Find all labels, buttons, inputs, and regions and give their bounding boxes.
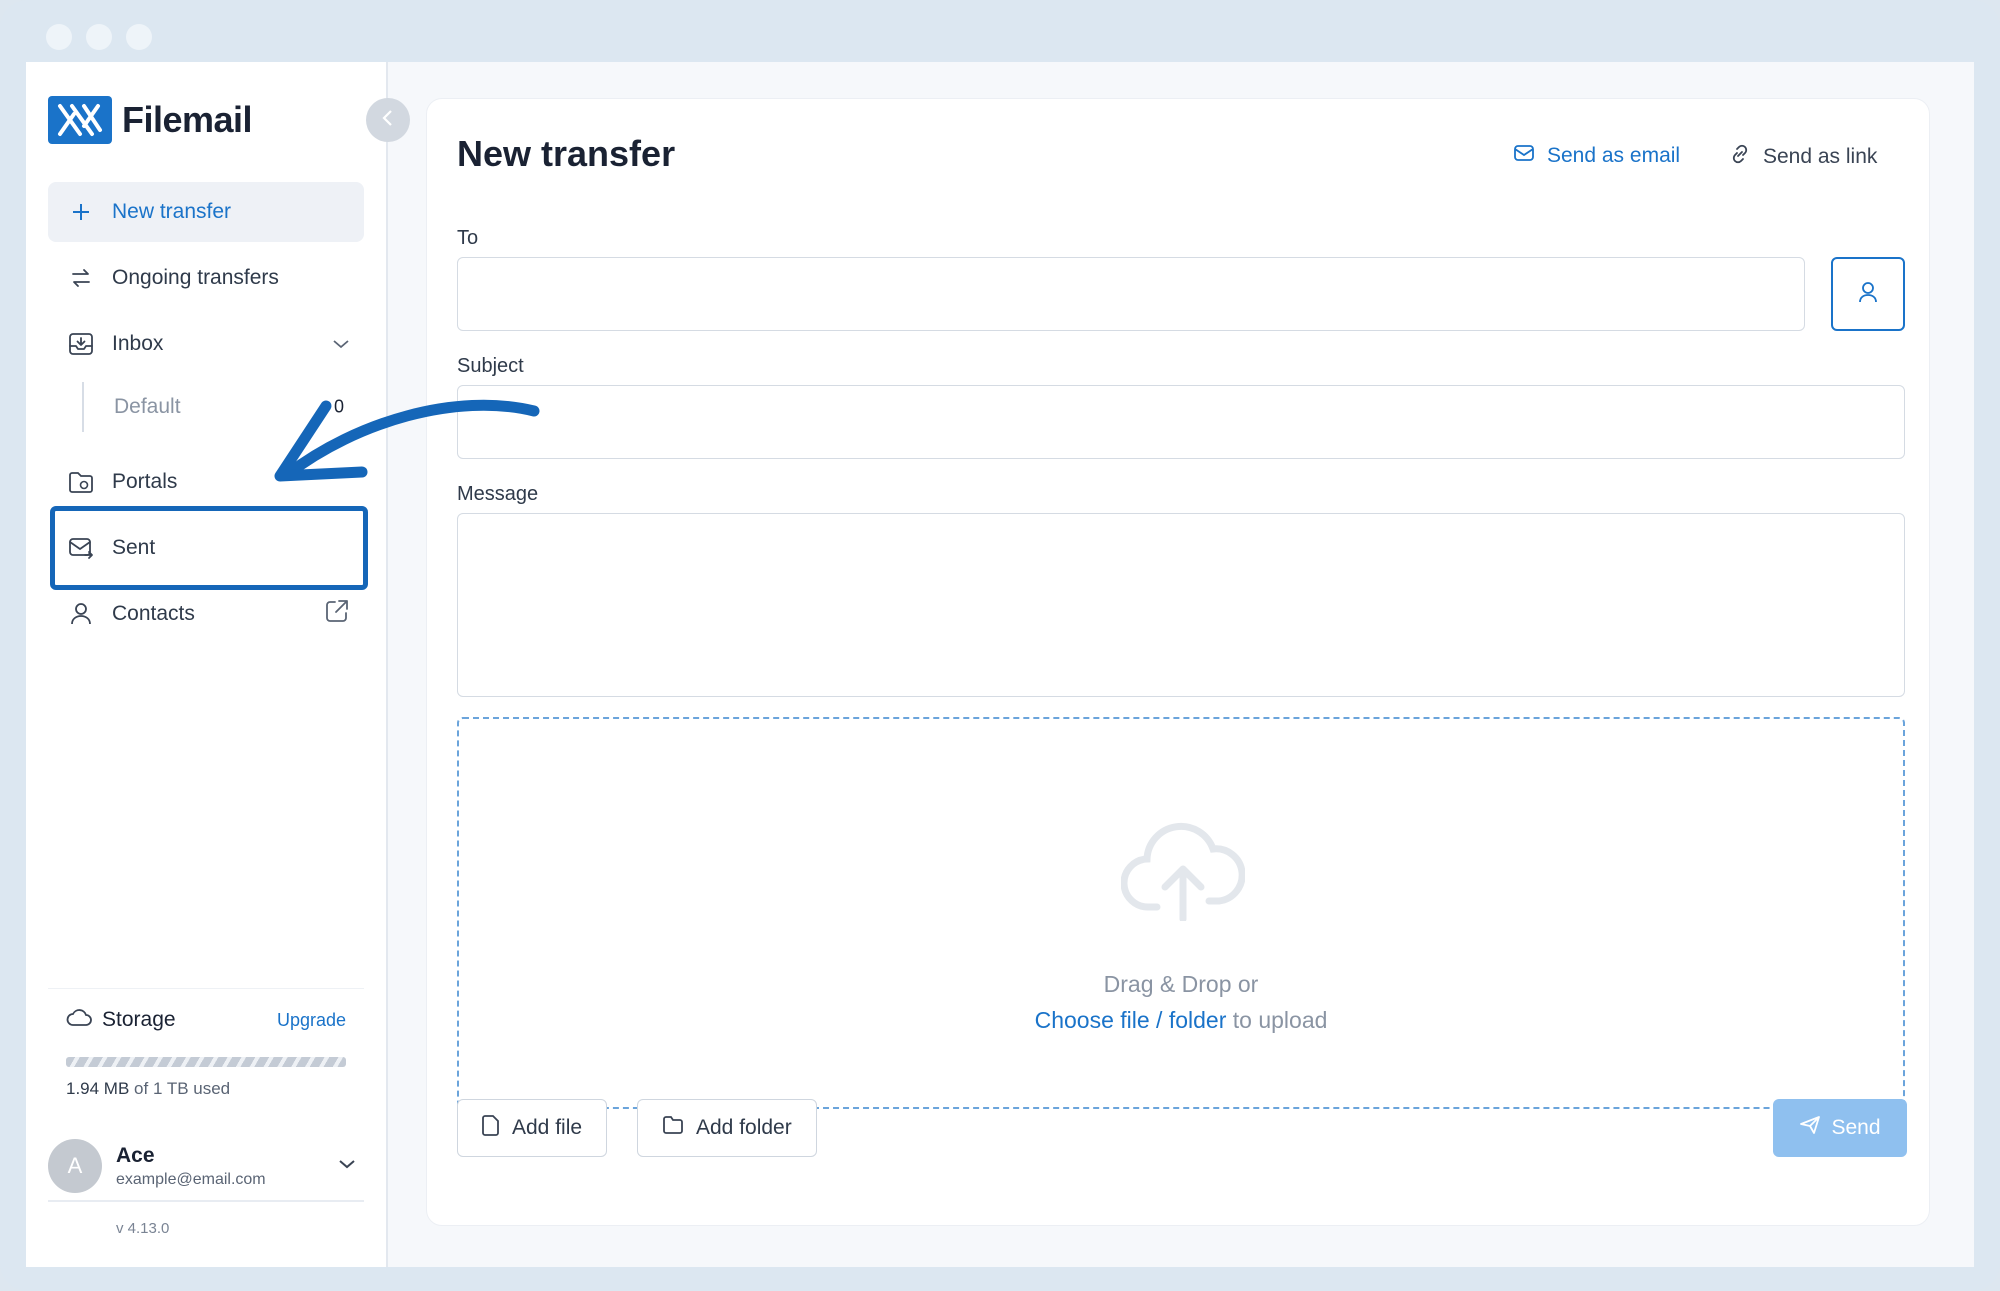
upgrade-link[interactable]: Upgrade bbox=[277, 1010, 346, 1031]
file-dropzone[interactable]: Drag & Drop or Choose file / folder to u… bbox=[457, 717, 1905, 1109]
message-textarea[interactable] bbox=[457, 513, 1905, 697]
window-minimize-dot[interactable] bbox=[86, 24, 112, 50]
account-email: example@email.com bbox=[116, 1170, 266, 1188]
subitem-count: 0 bbox=[333, 396, 344, 417]
sidebar-subitem-default[interactable]: Default 0 bbox=[82, 382, 364, 432]
sidebar-item-label: Ongoing transfers bbox=[112, 266, 279, 289]
logo[interactable]: Filemail bbox=[48, 96, 253, 144]
sidebar: Filemail New transfer Ongoing transfers bbox=[26, 62, 388, 1267]
link-icon bbox=[1729, 143, 1751, 171]
send-as-link-tab[interactable]: Send as link bbox=[1729, 143, 1877, 171]
choose-folder-link[interactable]: folder bbox=[1169, 1007, 1227, 1033]
to-label: To bbox=[457, 227, 479, 249]
subitem-label: Default bbox=[114, 395, 181, 418]
subject-label: Subject bbox=[457, 355, 524, 377]
app-version: v 4.13.0 bbox=[116, 1220, 170, 1237]
page-title: New transfer bbox=[457, 133, 676, 174]
to-upload-text: to upload bbox=[1232, 1007, 1328, 1033]
collapse-sidebar-button[interactable] bbox=[366, 98, 410, 142]
sidebar-item-label: Portals bbox=[112, 470, 178, 493]
storage-used: 1.94 MB bbox=[66, 1079, 130, 1098]
sidebar-item-label: New transfer bbox=[112, 200, 232, 223]
portal-folder-icon bbox=[68, 469, 94, 495]
sidebar-item-label: Inbox bbox=[112, 332, 164, 355]
plus-icon bbox=[68, 199, 94, 225]
message-label: Message bbox=[457, 483, 539, 505]
send-label: Send bbox=[1831, 1116, 1881, 1139]
add-folder-label: Add folder bbox=[696, 1116, 792, 1139]
chevron-down-icon[interactable] bbox=[338, 1157, 356, 1175]
add-file-label: Add file bbox=[512, 1116, 583, 1139]
swap-arrows-icon bbox=[68, 265, 94, 291]
send-as-link-label: Send as link bbox=[1763, 145, 1878, 168]
storage-card: Storage Upgrade 1.94 MB of 1 TB used bbox=[48, 988, 364, 1106]
sidebar-item-new-transfer[interactable]: New transfer bbox=[48, 182, 364, 242]
sidebar-item-contacts[interactable]: Contacts bbox=[48, 584, 364, 644]
logo-text: Filemail bbox=[122, 99, 253, 140]
sidebar-item-inbox[interactable]: Inbox bbox=[48, 314, 364, 374]
send-as-email-tab[interactable]: Send as email bbox=[1513, 143, 1680, 169]
new-transfer-panel: New transfer Send as email Send as link … bbox=[426, 98, 1930, 1226]
choose-upload-line: Choose file / folder to upload bbox=[459, 1007, 1903, 1034]
choose-file-link[interactable]: Choose file bbox=[1035, 1007, 1150, 1033]
cloud-upload-icon bbox=[1120, 815, 1246, 926]
external-link-icon[interactable] bbox=[324, 598, 350, 630]
mail-icon bbox=[1513, 143, 1535, 169]
window-close-dot[interactable] bbox=[46, 24, 72, 50]
sidebar-item-ongoing-transfers[interactable]: Ongoing transfers bbox=[48, 248, 364, 308]
send-as-email-label: Send as email bbox=[1547, 144, 1681, 167]
chevron-left-icon bbox=[381, 107, 395, 133]
slash-separator: / bbox=[1156, 1007, 1163, 1033]
folder-icon bbox=[662, 1115, 684, 1141]
cloud-icon bbox=[66, 1007, 92, 1033]
chevron-down-icon[interactable] bbox=[332, 332, 350, 356]
add-file-button[interactable]: Add file bbox=[457, 1099, 608, 1157]
window-maximize-dot[interactable] bbox=[126, 24, 152, 50]
paper-plane-icon bbox=[1799, 1115, 1821, 1141]
subject-input[interactable] bbox=[457, 385, 1905, 459]
window-controls bbox=[46, 24, 152, 50]
add-folder-button[interactable]: Add folder bbox=[637, 1099, 817, 1157]
send-button[interactable]: Send bbox=[1773, 1099, 1907, 1157]
file-icon bbox=[482, 1114, 500, 1142]
sent-highlight-box bbox=[50, 506, 368, 590]
app-window: Filemail New transfer Ongoing transfers bbox=[26, 62, 1974, 1267]
to-input[interactable] bbox=[457, 257, 1805, 331]
account-name: Ace bbox=[116, 1143, 155, 1167]
user-icon bbox=[68, 601, 94, 627]
sidebar-item-portals[interactable]: Portals bbox=[48, 452, 364, 512]
user-icon bbox=[1857, 280, 1879, 309]
storage-usage-text: 1.94 MB of 1 TB used bbox=[66, 1079, 346, 1099]
select-contacts-button[interactable] bbox=[1831, 257, 1905, 331]
storage-total: of 1 TB used bbox=[134, 1079, 231, 1098]
filemail-logo-icon bbox=[48, 96, 112, 144]
sidebar-item-label: Contacts bbox=[112, 602, 195, 625]
account-menu[interactable]: A Ace example@email.com bbox=[48, 1132, 364, 1202]
screenshot-frame: Filemail New transfer Ongoing transfers bbox=[0, 0, 2000, 1291]
inbox-icon bbox=[68, 331, 94, 357]
avatar: A bbox=[48, 1139, 102, 1193]
drop-instruction: Drag & Drop or bbox=[1103, 971, 1259, 997]
storage-progress-bar bbox=[66, 1057, 346, 1067]
storage-title: Storage bbox=[102, 1008, 176, 1031]
